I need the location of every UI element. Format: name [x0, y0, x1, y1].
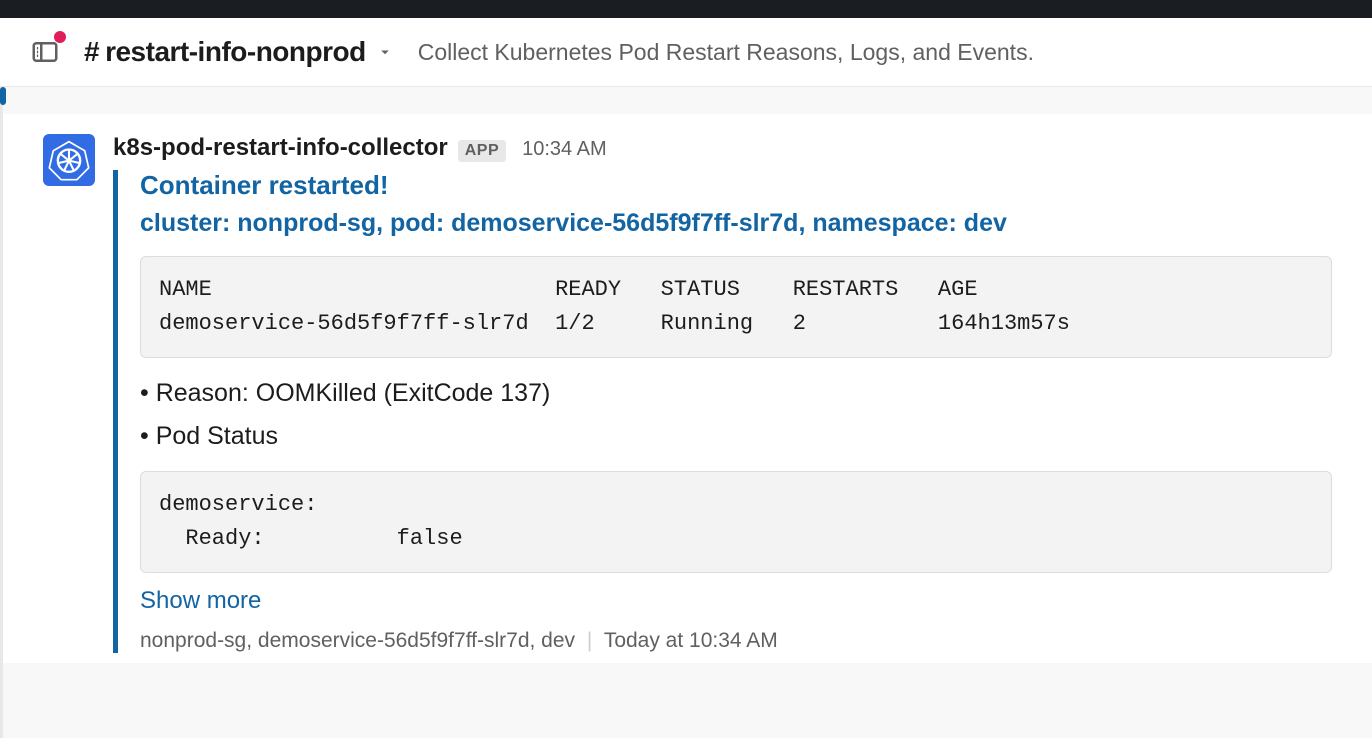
status-code[interactable]: demoservice: Ready: false [140, 471, 1332, 573]
channel-topic[interactable]: Collect Kubernetes Pod Restart Reasons, … [418, 39, 1034, 66]
chevron-down-icon [376, 36, 394, 68]
reason-list: • Reason: OOMKilled (ExitCode 137) • Pod… [140, 372, 1332, 457]
attachment-subtitle[interactable]: cluster: nonprod-sg, pod: demoservice-56… [140, 209, 1332, 238]
channel-name[interactable]: # restart-info-nonprod [84, 36, 394, 68]
reason-line: • Reason: OOMKilled (ExitCode 137) [140, 372, 1332, 415]
hash-icon: # [84, 36, 99, 68]
footer-context: nonprod-sg, demoservice-56d5f9f7ff-slr7d… [140, 629, 575, 652]
attachment-title[interactable]: Container restarted! [140, 170, 1332, 201]
notification-dot-icon [54, 31, 66, 43]
sender-name[interactable]: k8s-pod-restart-info-collector [113, 134, 448, 162]
sidebar-toggle[interactable] [30, 37, 60, 67]
app-badge: APP [458, 140, 506, 162]
kubernetes-icon [48, 139, 90, 181]
pod-table-code[interactable]: NAME READY STATUS RESTARTS AGE demoservi… [140, 256, 1332, 358]
message-list: k8s-pod-restart-info-collector APP 10:34… [0, 87, 1372, 738]
avatar[interactable] [43, 134, 95, 186]
title-bar [0, 0, 1372, 18]
status-line: • Pod Status [140, 415, 1332, 458]
attachment-footer: nonprod-sg, demoservice-56d5f9f7ff-slr7d… [140, 629, 1332, 653]
message-attachment: Container restarted! cluster: nonprod-sg… [113, 170, 1332, 653]
new-message-marker [0, 87, 6, 105]
footer-separator: | [587, 629, 592, 652]
show-more-link[interactable]: Show more [140, 587, 1332, 615]
footer-time: Today at 10:34 AM [604, 629, 778, 652]
message: k8s-pod-restart-info-collector APP 10:34… [3, 114, 1372, 663]
message-body: k8s-pod-restart-info-collector APP 10:34… [113, 134, 1332, 653]
message-timestamp[interactable]: 10:34 AM [522, 138, 607, 161]
message-header: k8s-pod-restart-info-collector APP 10:34… [113, 134, 1332, 162]
channel-header: # restart-info-nonprod Collect Kubernete… [0, 18, 1372, 87]
channel-name-text: restart-info-nonprod [105, 36, 366, 68]
